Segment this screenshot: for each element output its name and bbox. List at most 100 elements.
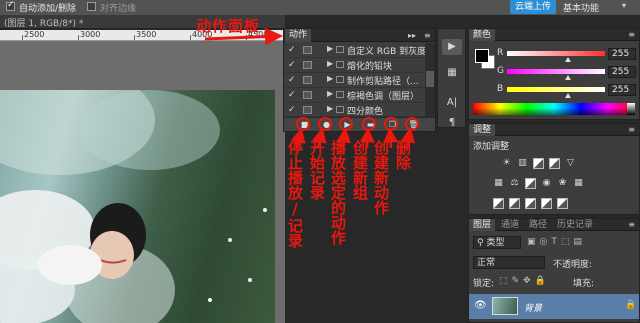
color-spectrum[interactable] <box>473 103 635 115</box>
levels-icon[interactable]: ▥ <box>517 158 528 169</box>
vibrance-icon[interactable]: ▽ <box>565 158 576 169</box>
panel-menu-icon[interactable]: ≡ <box>628 219 635 231</box>
check-icon[interactable]: ✓ <box>288 75 296 85</box>
collapse-icon[interactable]: ▸▸ <box>408 29 416 42</box>
char-icon[interactable]: A| <box>442 95 462 111</box>
align-edges-label: 对齐边缘 <box>100 4 137 14</box>
red-slider-thumb[interactable] <box>565 57 571 62</box>
red-value-input[interactable]: 255 <box>608 48 636 60</box>
action-item[interactable]: ✓ ▶ 熔化的铅块 <box>284 58 425 73</box>
green-slider[interactable] <box>507 69 605 74</box>
actions-panel-annotation: 动作面板 <box>196 17 261 35</box>
blue-value-input[interactable]: 255 <box>608 84 636 96</box>
panel-menu-icon[interactable]: ≡ <box>628 124 635 136</box>
history-icon[interactable]: ▦ <box>442 65 462 81</box>
brightness-icon[interactable]: ☀ <box>501 158 512 169</box>
tab-adjustments[interactable]: 调整 <box>469 124 496 136</box>
dialog-toggle-icon[interactable] <box>303 76 312 84</box>
panel-tool-strip: ▶ ▦ A| ¶ <box>437 28 466 128</box>
red-slider[interactable] <box>507 51 605 56</box>
lock-icon: 🔒 <box>625 300 637 310</box>
posterize-icon[interactable] <box>509 198 520 209</box>
tab-color[interactable]: 颜色 <box>469 29 496 41</box>
play-icon[interactable]: ▶ <box>442 39 462 55</box>
curves-icon[interactable] <box>533 158 544 169</box>
scroll-thumb[interactable] <box>426 71 434 87</box>
annotation-delete: 删除 <box>394 140 412 170</box>
invert-icon[interactable] <box>493 198 504 209</box>
hue-saturation-icon[interactable]: ▦ <box>493 178 504 189</box>
color-panel: 颜色 ≡ R 255 G 255 B 255 <box>468 28 640 120</box>
green-value-input[interactable]: 255 <box>608 66 636 78</box>
annotation-stop: 停止播放/记录 <box>286 140 304 248</box>
panel-menu-icon[interactable]: ≡ <box>424 29 431 42</box>
chevron-down-icon[interactable]: ▾ <box>622 1 626 10</box>
expand-triangle-icon[interactable]: ▶ <box>327 74 333 83</box>
foreground-swatch[interactable] <box>475 49 489 63</box>
action-icon <box>336 61 344 68</box>
action-icon <box>336 46 344 53</box>
layers-panel: 图层 通道 路径 历史记录 ≡ ⚲ 类型 ▣◎T⬚▤ 正常 不透明度: 锁定: … <box>468 218 640 323</box>
align-edges-checkbox[interactable] <box>87 2 96 11</box>
layer-row[interactable]: 👁 背景 🔒 <box>469 294 639 319</box>
exposure-icon[interactable] <box>549 158 560 169</box>
expand-triangle-icon[interactable]: ▶ <box>327 104 333 113</box>
annotation-new-set: 创建新组 <box>351 140 369 200</box>
green-slider-thumb[interactable] <box>565 75 571 80</box>
dialog-toggle-icon[interactable] <box>303 46 312 54</box>
expand-triangle-icon[interactable]: ▶ <box>327 89 333 98</box>
adjustments-panel-header: 调整 ≡ <box>469 124 639 136</box>
panel-menu-icon[interactable]: ≡ <box>628 29 635 41</box>
annotation-record: 开始记录 <box>308 140 326 200</box>
action-item[interactable]: ✓ ▶ 棕褐色调（图层） <box>284 88 425 103</box>
filter-icons[interactable]: ▣◎T⬚▤ <box>527 237 586 251</box>
ruler-label: 3000 <box>80 30 101 39</box>
annotation-circle <box>384 117 398 131</box>
blue-slider[interactable] <box>507 87 605 92</box>
layer-kind-label: 类型 <box>486 238 505 248</box>
grayscale-ramp[interactable] <box>627 103 635 115</box>
channel-mixer-icon[interactable]: ❀ <box>557 178 568 189</box>
color-lookup-icon[interactable]: ▦ <box>573 178 584 189</box>
color-balance-icon[interactable]: ⚖ <box>509 178 520 189</box>
blue-slider-thumb[interactable] <box>565 93 571 98</box>
layers-panel-header: 图层 通道 路径 历史记录 ≡ <box>469 219 639 231</box>
workspace-select[interactable]: 基本功能 <box>563 1 599 14</box>
check-icon[interactable]: ✓ <box>288 105 296 115</box>
expand-triangle-icon[interactable]: ▶ <box>327 44 333 53</box>
tab-layers[interactable]: 图层 <box>469 219 496 231</box>
threshold-icon[interactable] <box>525 198 536 209</box>
auto-add-checkbox[interactable] <box>6 0 15 11</box>
action-item[interactable]: ✓ ▶ 自定义 RGB 到灰度 <box>284 43 426 58</box>
layer-thumbnail <box>492 297 518 315</box>
check-icon[interactable]: ✓ <box>288 60 296 70</box>
action-icon <box>336 76 344 83</box>
cloud-upload-button[interactable]: 云端上传 <box>510 0 556 14</box>
selective-color-icon[interactable] <box>557 198 568 209</box>
expand-triangle-icon[interactable]: ▶ <box>327 59 333 68</box>
tab-actions[interactable]: 动作 <box>285 29 312 42</box>
paragraph-icon[interactable]: ¶ <box>442 115 462 131</box>
check-icon[interactable]: ✓ <box>288 45 296 55</box>
dialog-toggle-icon[interactable] <box>303 106 312 114</box>
eye-icon[interactable]: 👁 <box>474 300 487 311</box>
dialog-toggle-icon[interactable] <box>303 61 312 69</box>
photo-filter-icon[interactable]: ◉ <box>541 178 552 189</box>
opacity-label: 不透明度: <box>553 260 593 270</box>
lock-icons[interactable]: ⬚✎✥🔒 <box>499 276 550 290</box>
check-icon[interactable]: ✓ <box>288 90 296 100</box>
gradient-map-icon[interactable] <box>541 198 552 209</box>
layer-kind-filter[interactable]: ⚲ 类型 <box>473 236 521 249</box>
dialog-toggle-icon[interactable] <box>303 91 312 99</box>
blend-mode-select[interactable]: 正常 <box>473 256 545 269</box>
black-white-icon[interactable] <box>525 178 536 189</box>
annotation-circle <box>339 117 353 131</box>
action-item[interactable]: ✓ ▶ 四分颜色 <box>284 103 425 117</box>
tab-history[interactable]: 历史记录 <box>553 219 597 231</box>
ruler-label: 2500 <box>24 30 45 39</box>
tab-channels[interactable]: 通道 <box>497 219 523 231</box>
action-icon <box>336 106 344 113</box>
tab-paths[interactable]: 路径 <box>525 219 551 231</box>
action-item[interactable]: ✓ ▶ 制作剪贴路径（... <box>284 73 425 88</box>
actions-scrollbar[interactable] <box>425 43 435 117</box>
